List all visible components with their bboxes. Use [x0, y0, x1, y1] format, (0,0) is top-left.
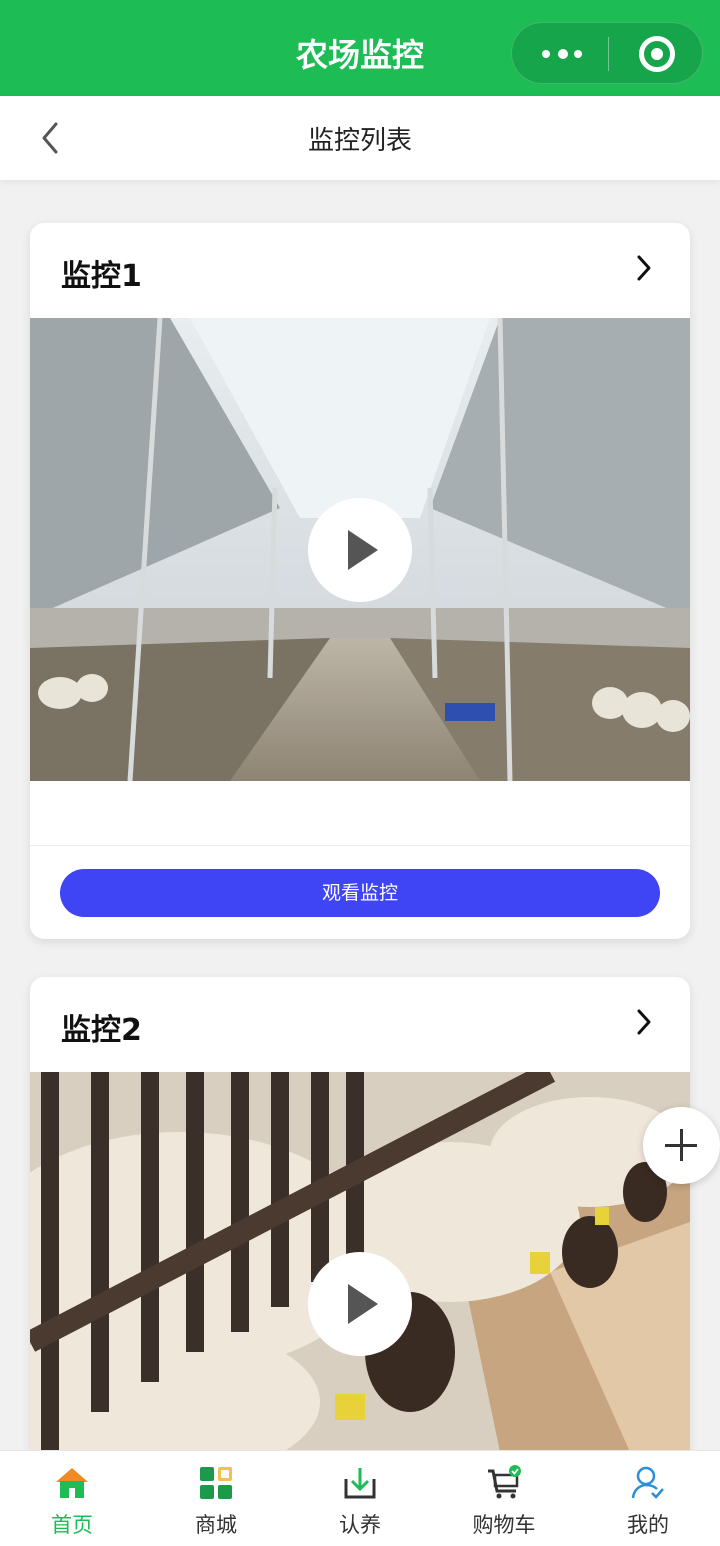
tab-label: 认养: [339, 1513, 381, 1537]
capsule-divider: [608, 37, 609, 71]
mini-program-capsule: [511, 22, 703, 84]
tab-mall[interactable]: 商城: [144, 1451, 288, 1546]
tab-label: 商城: [195, 1513, 237, 1537]
play-button[interactable]: [308, 1252, 412, 1356]
bottom-tab-bar: 首页 商城 认养 购物车 我的: [0, 1450, 720, 1546]
monitor-card-header[interactable]: 监控2: [30, 977, 690, 1072]
user-icon: [631, 1466, 664, 1499]
monitor-card: 监控1 观看监控: [30, 223, 690, 939]
tab-label: 首页: [51, 1513, 93, 1537]
play-button[interactable]: [308, 498, 412, 602]
grid-icon: [200, 1467, 232, 1499]
tab-adopt[interactable]: 认养: [288, 1451, 432, 1546]
add-button[interactable]: [643, 1107, 720, 1184]
monitor-title: 监控2: [61, 1013, 142, 1048]
monitor-video-preview[interactable]: [30, 1072, 690, 1452]
home-icon: [56, 1468, 88, 1498]
tab-label: 购物车: [472, 1513, 536, 1537]
page-header: 监控列表: [0, 96, 720, 180]
monitor-video-preview[interactable]: [30, 318, 690, 781]
tab-home[interactable]: 首页: [0, 1451, 144, 1546]
cart-icon: [488, 1465, 521, 1499]
monitor-card-header[interactable]: 监控1: [30, 223, 690, 318]
download-box-icon: [344, 1468, 376, 1499]
tab-label: 我的: [627, 1513, 669, 1537]
close-mini-program-icon[interactable]: [639, 36, 675, 72]
card-spacer: [30, 781, 690, 846]
more-icon[interactable]: [542, 41, 582, 67]
tab-mine[interactable]: 我的: [576, 1451, 720, 1546]
monitor-title: 监控1: [61, 259, 142, 294]
chevron-right-icon[interactable]: [634, 253, 654, 283]
tab-cart[interactable]: 购物车: [432, 1451, 576, 1546]
top-bar: 农场监控: [0, 0, 720, 96]
chevron-right-icon[interactable]: [634, 1007, 654, 1037]
watch-monitor-button[interactable]: 观看监控: [60, 869, 660, 917]
page-title: 监控列表: [307, 126, 412, 156]
